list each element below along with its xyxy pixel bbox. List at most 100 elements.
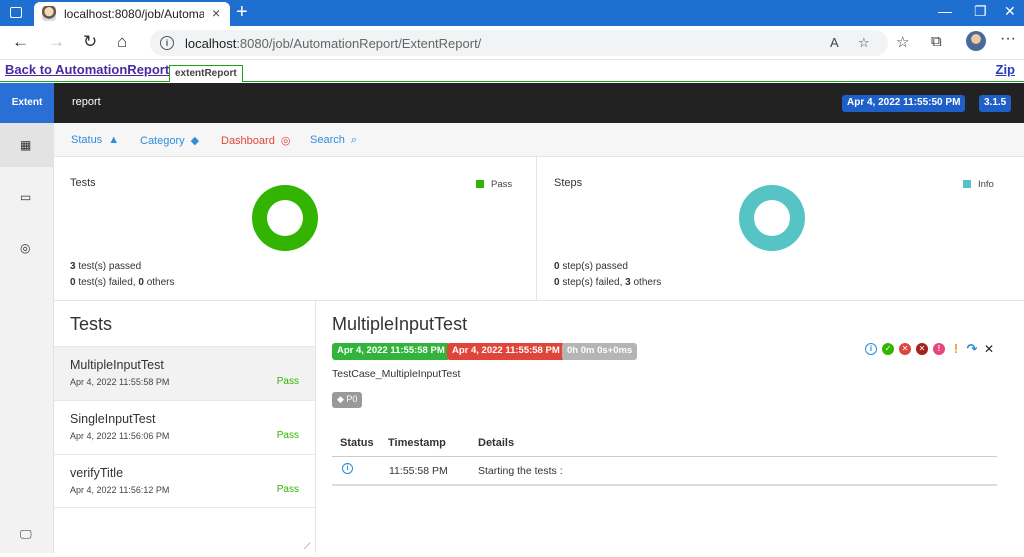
status-filter[interactable]: Status ▲ <box>71 134 119 146</box>
restore-icon[interactable]: ❐ <box>974 3 987 20</box>
profile-avatar[interactable] <box>966 31 986 51</box>
target-icon: ◎ <box>280 135 291 147</box>
tests-donut-chart <box>252 185 318 251</box>
steps-chart-card: Steps Info 0 step(s) passed 0 step(s) fa… <box>538 157 1024 301</box>
steps-chart-title: Steps <box>554 177 583 189</box>
error-filter-icon[interactable]: ! <box>933 343 945 355</box>
browser-tab-bar: localhost:8080/job/AutomationR × + — ❐ ✕ <box>0 0 1024 26</box>
jenkins-html-publisher-bar: Back to AutomationReport extentReport Zi… <box>0 60 1024 82</box>
more-icon[interactable]: ··· <box>1000 30 1016 48</box>
new-tab-icon[interactable]: + <box>236 1 248 24</box>
steps-passed-stat: 0 step(s) passed <box>554 261 628 272</box>
category-tag[interactable]: ◆ P0 <box>332 392 363 408</box>
report-tab[interactable]: extentReport <box>169 65 243 82</box>
jenkins-favicon-icon <box>42 6 56 21</box>
test-list-pane: Tests MultipleInputTest Apr 4, 2022 11:5… <box>54 301 316 553</box>
browser-tab[interactable]: localhost:8080/job/AutomationR × <box>34 2 230 26</box>
tests-failed-stat: 0 test(s) failed, 0 others <box>70 277 175 288</box>
back-link[interactable]: Back to AutomationReport <box>5 62 169 77</box>
report-header: Extent report Apr 4, 2022 11:55:50 PM 3.… <box>0 83 1024 123</box>
target-icon: ◎ <box>20 241 31 255</box>
steps-legend: Info <box>963 179 994 190</box>
version-badge: 3.1.5 <box>979 95 1012 112</box>
test-time: Apr 4, 2022 11:56:06 PM <box>70 431 170 441</box>
forward-icon[interactable]: → <box>48 32 65 52</box>
read-aloud-icon[interactable]: A <box>830 35 839 50</box>
fatal-filter-icon[interactable]: ✕ <box>916 343 928 355</box>
test-list-item[interactable]: SingleInputTest Apr 4, 2022 11:56:06 PM … <box>54 400 315 454</box>
filter-nav: Status ▲ Category ◆ Dashboard ◎ Search ⌕ <box>54 123 1024 157</box>
test-status: Pass <box>276 484 299 495</box>
warning-triangle-icon: ▲ <box>108 134 120 146</box>
add-favorite-icon[interactable]: ☆ <box>858 35 870 51</box>
home-icon[interactable]: ⌂ <box>117 32 127 52</box>
report-timestamp-badge: Apr 4, 2022 11:55:50 PM <box>842 95 966 112</box>
test-detail-title: MultipleInputTest <box>332 314 468 334</box>
sidebar-item-categories[interactable]: ▭ <box>0 175 54 219</box>
steps-failed-stat: 0 step(s) failed, 3 others <box>554 277 662 288</box>
details-column-header: Details <box>478 437 515 449</box>
test-time: Apr 4, 2022 11:56:12 PM <box>70 485 170 495</box>
resize-handle-icon[interactable]: ⟋ <box>304 541 310 552</box>
step-details: Starting the tests : <box>478 465 563 477</box>
test-description: TestCase_MultipleInputTest <box>332 368 461 380</box>
sidebar-item-tests[interactable]: ▦ <box>0 123 54 167</box>
end-time-badge: Apr 4, 2022 11:55:58 PM <box>447 343 565 360</box>
sidebar: ▦ ▭ ◎ 🖵 <box>0 123 54 553</box>
test-name: SingleInputTest <box>70 412 156 426</box>
test-list-item[interactable]: MultipleInputTest Apr 4, 2022 11:55:58 P… <box>54 346 315 400</box>
back-icon[interactable]: ← <box>12 32 29 52</box>
close-window-icon[interactable]: ✕ <box>1004 3 1016 20</box>
tests-legend: Pass <box>476 179 512 190</box>
brand-logo[interactable]: Extent <box>0 83 54 123</box>
tab-actions-icon[interactable] <box>10 7 22 18</box>
minimize-icon[interactable]: — <box>938 3 952 19</box>
test-status: Pass <box>276 376 299 387</box>
monitor-icon: 🖵 <box>20 527 32 541</box>
warning-filter-icon[interactable]: ! <box>950 342 962 355</box>
test-status: Pass <box>276 430 299 441</box>
site-info-icon[interactable]: i <box>160 36 174 50</box>
tag-icon: ◆ <box>337 394 347 404</box>
skip-filter-icon[interactable]: ↷ <box>966 342 978 355</box>
sidebar-item-environment[interactable]: 🖵 <box>0 513 54 557</box>
dashboard-toggle[interactable]: Dashboard ◎ <box>221 134 290 147</box>
dashboard-grid-icon: ▦ <box>20 138 32 152</box>
tag-icon: ▭ <box>20 190 32 204</box>
report-name: report <box>72 96 101 108</box>
steps-table-header: Status Timestamp Details <box>332 429 997 457</box>
test-name: verifyTitle <box>70 466 124 480</box>
favorites-icon[interactable]: ☆ <box>896 33 909 51</box>
category-filter[interactable]: Category ◆ <box>140 134 199 147</box>
test-time: Apr 4, 2022 11:55:58 PM <box>70 377 170 387</box>
info-filter-icon[interactable]: i <box>865 343 877 355</box>
search-toggle[interactable]: Search ⌕ <box>310 134 357 147</box>
tab-title: localhost:8080/job/AutomationR <box>64 7 204 21</box>
duration-badge: 0h 0m 0s+0ms <box>562 343 638 360</box>
test-list-title: Tests <box>70 314 113 334</box>
browser-toolbar: ← → ↻ ⌂ i localhost:8080/job/AutomationR… <box>0 26 1024 60</box>
tests-chart-card: Tests Pass 3 test(s) passed 0 test(s) fa… <box>54 157 537 301</box>
collections-icon[interactable]: ⧉ <box>931 33 942 50</box>
search-icon: ⌕ <box>350 134 358 146</box>
test-list-item[interactable]: verifyTitle Apr 4, 2022 11:56:12 PM Pass <box>54 454 315 508</box>
clear-filter-icon[interactable]: ✕ <box>983 343 995 355</box>
timestamp-column-header: Timestamp <box>388 437 446 449</box>
steps-donut-chart <box>739 185 805 251</box>
tag-icon: ◆ <box>190 135 200 147</box>
address-bar[interactable]: i localhost:8080/job/AutomationReport/Ex… <box>150 30 888 56</box>
dashboard-panel: Tests Pass 3 test(s) passed 0 test(s) fa… <box>54 157 1024 301</box>
info-icon: i <box>342 463 353 474</box>
tests-chart-title: Tests <box>70 177 96 189</box>
url-text[interactable]: localhost:8080/job/AutomationReport/Exte… <box>185 36 481 51</box>
close-tab-icon[interactable]: × <box>212 5 220 21</box>
table-row: i 11:55:58 PM Starting the tests : <box>332 458 997 486</box>
test-detail-pane: MultipleInputTest Apr 4, 2022 11:55:58 P… <box>316 301 1024 553</box>
pass-filter-icon[interactable]: ✓ <box>882 343 894 355</box>
start-time-badge: Apr 4, 2022 11:55:58 PM <box>332 343 450 360</box>
sidebar-item-dashboard[interactable]: ◎ <box>0 226 54 270</box>
zip-link[interactable]: Zip <box>996 62 1016 77</box>
status-column-header: Status <box>340 437 374 449</box>
refresh-icon[interactable]: ↻ <box>83 32 97 52</box>
fail-filter-icon[interactable]: ✕ <box>899 343 911 355</box>
